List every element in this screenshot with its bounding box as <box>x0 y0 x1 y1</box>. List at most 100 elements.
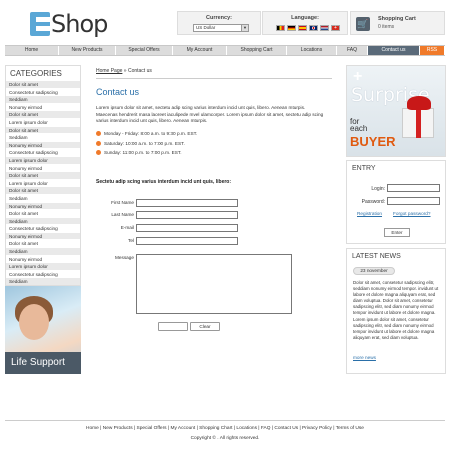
shopping-cart-box[interactable]: 🛒 Shopping Cart 0 items <box>350 11 445 35</box>
bullet-icon <box>96 141 101 146</box>
belgium-flag-icon[interactable] <box>276 25 285 31</box>
news-title: LATEST NEWS <box>352 253 401 260</box>
gift-bow-icon <box>407 96 431 110</box>
logo-e-icon <box>30 12 50 36</box>
nav-shopping-cart[interactable]: Shopping Cart <box>227 46 287 55</box>
category-item[interactable]: Nonumy eirmod <box>6 201 80 210</box>
netherlands-flag-icon[interactable] <box>320 25 329 31</box>
language-box: Language: + <box>262 11 348 35</box>
first-name-input[interactable] <box>136 199 238 207</box>
cart-count: 0 items <box>378 24 395 30</box>
message-textarea[interactable] <box>136 254 292 314</box>
category-item[interactable]: Consectetur sadipscing <box>6 224 80 232</box>
life-support-banner[interactable]: Life Support <box>5 286 81 374</box>
category-item[interactable]: Nonumy eirmod <box>6 140 80 149</box>
footer-links[interactable]: Home | New Products | Special Offers | M… <box>0 426 450 431</box>
categories-list: Dolor sit amet Consectetur sadipscing Sedd… <box>6 80 80 286</box>
category-item[interactable]: Seddiam <box>6 216 80 225</box>
form-heading: Sectetu adip scing varius interdum incid… <box>96 179 232 185</box>
promo-each: each <box>350 124 368 133</box>
uk-flag-icon[interactable] <box>309 25 318 31</box>
category-item[interactable]: Dolor sit amet <box>6 125 80 134</box>
nav-rss[interactable]: RSS <box>420 46 445 55</box>
category-item[interactable]: Seddiam <box>6 95 80 103</box>
breadcrumb-home-link[interactable]: Home Page <box>96 68 122 74</box>
login-input[interactable] <box>387 184 440 192</box>
currency-select[interactable]: US Dollar ▼ <box>193 24 249 32</box>
category-item[interactable]: Consectetur sadipscing <box>6 269 80 278</box>
nav-special-offers[interactable]: Special Offers <box>116 46 173 55</box>
category-item[interactable]: Seddiam <box>6 277 80 286</box>
category-item[interactable]: Lorem ipsum dolor <box>6 155 80 164</box>
message-label: Message <box>114 255 134 260</box>
nav-faq[interactable]: FAQ <box>337 46 368 55</box>
page-title: Contact us <box>96 87 140 97</box>
category-item[interactable]: Lorem ipsum dolor <box>6 262 80 270</box>
breadcrumb-separator: » <box>123 68 127 74</box>
main-nav: Home New Products Special Offers My Acco… <box>5 45 445 56</box>
enter-button[interactable]: Enter <box>384 228 410 237</box>
currency-box: Currency: US Dollar ▼ <box>177 11 261 35</box>
category-item[interactable]: Dolor sit amet <box>6 80 80 88</box>
hours-text: Saturday: 10:00 a.m. to 7:00 p.m. EST. <box>104 141 185 146</box>
news-body: Dolor sit amet, consetetur sadipscing el… <box>353 280 439 340</box>
logo-text: Shop <box>51 10 108 38</box>
bullet-icon <box>96 150 101 155</box>
site-logo[interactable]: Shop <box>30 10 108 38</box>
category-item[interactable]: Dolor sit amet <box>6 186 80 194</box>
email-input[interactable] <box>136 224 238 232</box>
last-name-label: Last Name <box>111 212 134 217</box>
forgot-password-link[interactable]: Forgot password? <box>393 211 431 216</box>
intro-text: Lorem ipsum dolor sit amet, sectetu adip… <box>96 105 324 124</box>
category-item[interactable]: Consectetur sadipscing <box>6 148 80 156</box>
category-item[interactable]: Nonumy eirmod <box>6 254 80 263</box>
promo-buyer: BUYER <box>350 134 396 149</box>
category-item[interactable]: Seddiam <box>6 193 80 202</box>
login-label: Login: <box>371 186 385 192</box>
hours-sunday: Sunday: 11:00 p.m. to 7:00 p.m. EST. <box>96 150 182 155</box>
language-label: Language: <box>291 15 319 21</box>
category-item[interactable]: Lorem ipsum dolor <box>6 178 80 187</box>
cart-icon[interactable]: 🛒 <box>356 17 370 31</box>
category-item[interactable]: Dolor sit amet <box>6 239 80 248</box>
category-item[interactable]: Seddiam <box>6 133 80 141</box>
more-news-link[interactable]: more news <box>353 355 376 360</box>
email-label: E-mail <box>120 225 134 230</box>
category-item[interactable]: Dolor sit amet <box>6 171 80 179</box>
tel-input[interactable] <box>136 237 238 245</box>
category-item[interactable]: Dolor sit amet <box>6 209 80 217</box>
entry-box: ENTRY Login: Password: Registration Forg… <box>346 160 446 244</box>
germany-flag-icon[interactable] <box>287 25 296 31</box>
gift-ribbon-icon <box>416 108 421 138</box>
last-name-input[interactable] <box>136 211 238 219</box>
surprise-promo-banner[interactable]: + Surprise for each BUYER <box>346 65 446 157</box>
footer-divider <box>5 420 445 421</box>
cart-title[interactable]: Shopping Cart <box>378 16 416 22</box>
category-item[interactable]: Seddiam <box>6 247 80 255</box>
password-input[interactable] <box>387 197 440 205</box>
category-item[interactable]: Nonumy eirmod <box>6 231 80 240</box>
nav-my-account[interactable]: My Account <box>173 46 227 55</box>
password-label: Password: <box>361 199 385 205</box>
nav-home[interactable]: Home <box>5 46 59 55</box>
hours-text: Monday - Friday: 8:00 a.m. to 9:30 p.m. … <box>104 131 198 136</box>
registration-link[interactable]: Registration <box>357 211 382 216</box>
submit-button[interactable] <box>158 322 188 331</box>
nav-contact-us[interactable]: Contact us <box>368 46 420 55</box>
spain-flag-icon[interactable] <box>298 25 307 31</box>
nav-locations[interactable]: Locations <box>287 46 337 55</box>
first-name-label: First Name <box>111 200 134 205</box>
category-item[interactable]: Nonumy eirmod <box>6 163 80 172</box>
breadcrumb-current: Contact us <box>127 68 152 74</box>
currency-label: Currency: <box>206 15 232 21</box>
category-item[interactable]: Nonumy eirmod <box>6 102 80 111</box>
category-item[interactable]: Dolor sit amet <box>6 110 80 118</box>
nav-new-products[interactable]: New Products <box>59 46 116 55</box>
clear-button[interactable]: Clear <box>190 322 220 331</box>
chevron-down-icon[interactable]: ▼ <box>241 25 248 31</box>
category-item[interactable]: Lorem ipsum dolor <box>6 117 80 126</box>
switzerland-flag-icon[interactable]: + <box>331 25 340 31</box>
category-item[interactable]: Consectetur sadipscing <box>6 87 80 96</box>
copyright: Copyright © . All rights reserved. <box>190 436 260 441</box>
life-support-label: Life Support <box>5 352 81 374</box>
